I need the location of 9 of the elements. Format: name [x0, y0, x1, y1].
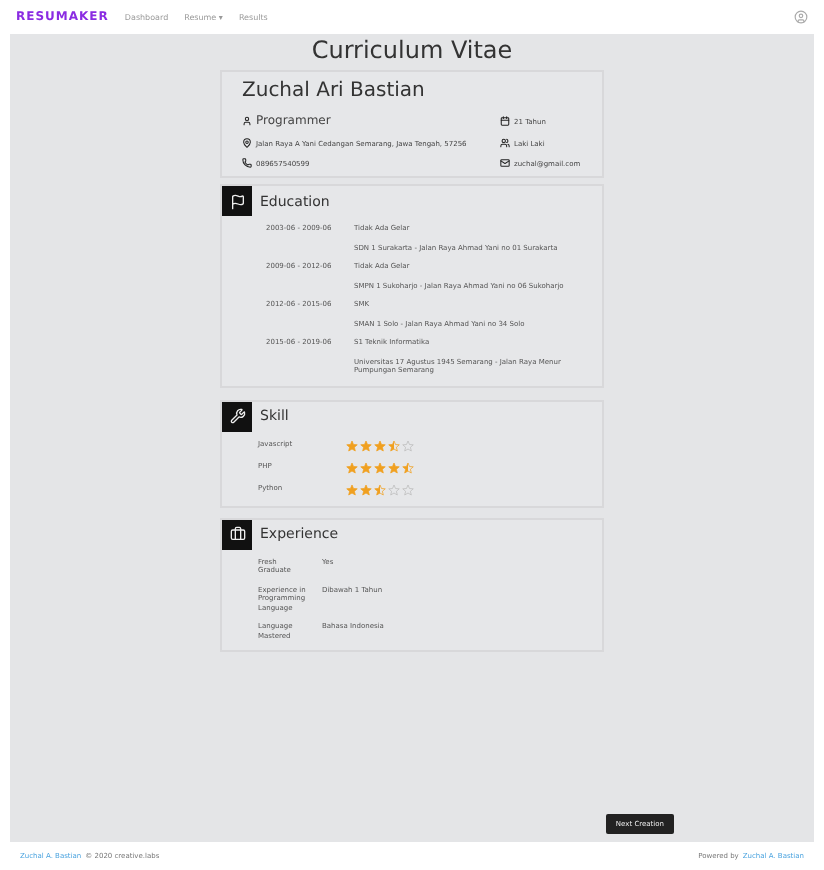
phone-icon [242, 158, 252, 168]
user-icon[interactable] [794, 10, 808, 24]
people-icon [500, 138, 510, 148]
person-name: Zuchal Ari Bastian [242, 80, 427, 102]
page-title: Curriculum Vitae [311, 34, 513, 66]
person-icon [242, 116, 252, 126]
calendar-icon [500, 116, 510, 126]
map-pin-icon [242, 138, 252, 148]
mail-icon [500, 158, 510, 168]
